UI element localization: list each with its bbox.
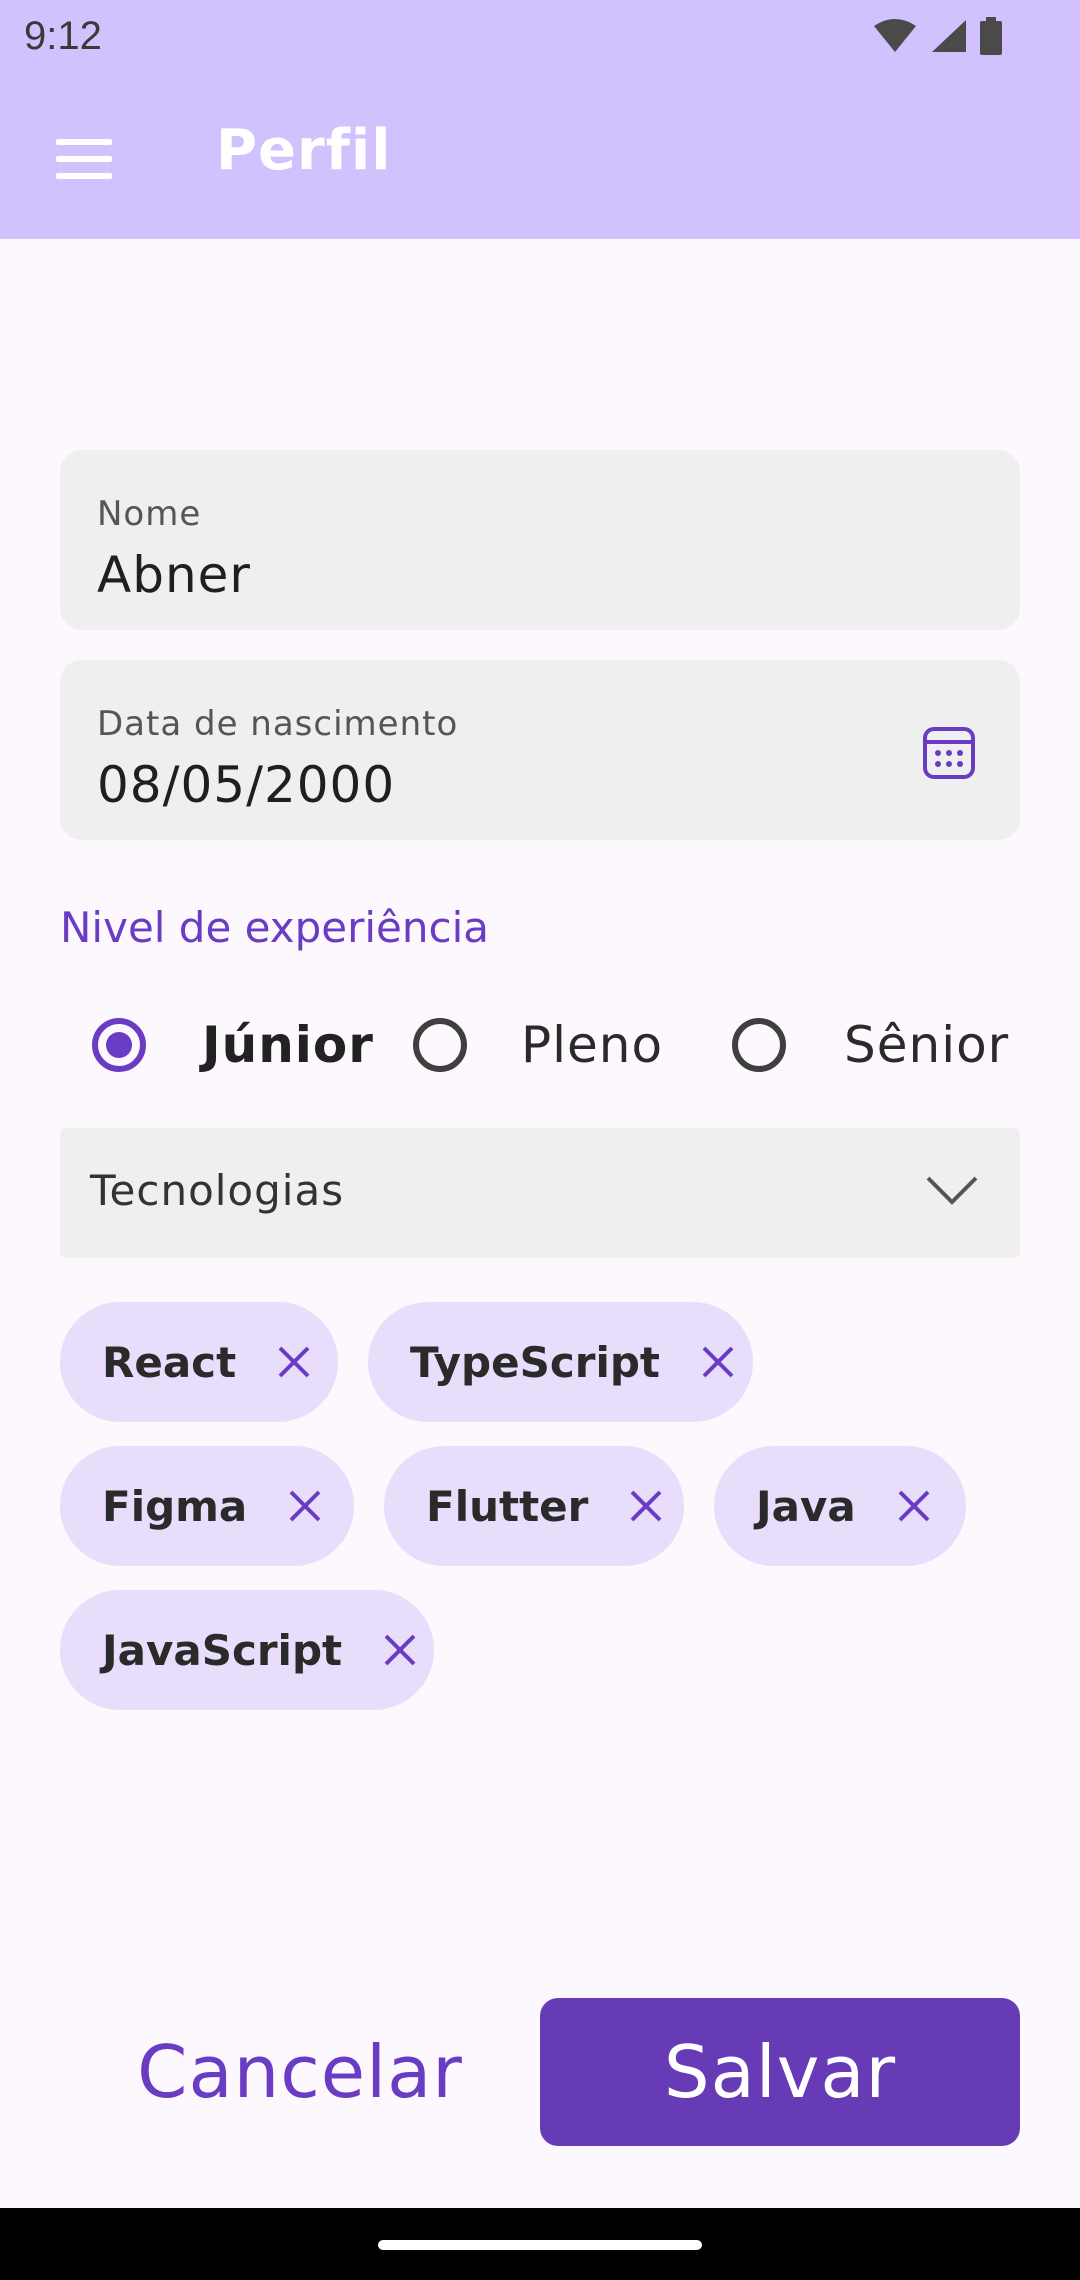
close-icon[interactable] (698, 1342, 738, 1382)
home-gesture-handle[interactable] (378, 2240, 702, 2250)
close-icon[interactable] (894, 1486, 934, 1526)
chip-label: Flutter (426, 1481, 589, 1531)
radio-senior-label: Sênior (844, 1016, 1010, 1074)
battery-icon (980, 17, 1002, 55)
chip-react[interactable]: React (60, 1302, 338, 1422)
radio-junior-label: Júnior (202, 1016, 374, 1074)
close-icon[interactable] (274, 1342, 314, 1382)
chip-label: TypeScript (410, 1337, 660, 1387)
radio-pleno-label: Pleno (521, 1016, 664, 1074)
chip-label: JavaScript (102, 1625, 343, 1675)
save-button[interactable]: Salvar (540, 1998, 1020, 2146)
technologies-dropdown-label: Tecnologias (90, 1166, 345, 1215)
page-title: Perfil (216, 118, 392, 183)
signal-icon (932, 20, 966, 52)
status-time: 9:12 (24, 14, 102, 58)
birthdate-field[interactable]: Data de nascimento 08/05/2000 (60, 660, 1020, 840)
radio-pleno[interactable]: Pleno (413, 1010, 663, 1080)
radio-selected-indicator[interactable] (92, 1018, 146, 1072)
close-icon[interactable] (285, 1486, 325, 1526)
cancel-button[interactable]: Cancelar (110, 1998, 490, 2146)
chip-label: Figma (102, 1481, 248, 1531)
close-icon[interactable] (626, 1486, 666, 1526)
chip-flutter[interactable]: Flutter (384, 1446, 684, 1566)
wifi-icon (874, 19, 916, 52)
chip-label: React (102, 1337, 237, 1387)
name-field[interactable]: Nome Abner (60, 450, 1020, 630)
calendar-icon[interactable] (922, 726, 976, 780)
name-field-value[interactable]: Abner (97, 546, 251, 604)
menu-icon[interactable] (40, 116, 126, 202)
status-icons (872, 16, 1002, 56)
chip-javascript[interactable]: JavaScript (60, 1590, 434, 1710)
app-bar: 9:12 Perfil (0, 0, 1080, 239)
experience-label: Nivel de experiência (60, 903, 490, 952)
birthdate-field-value[interactable]: 08/05/2000 (97, 756, 395, 814)
chip-java[interactable]: Java (714, 1446, 966, 1566)
radio-junior[interactable]: Júnior (92, 1010, 374, 1080)
radio-senior[interactable]: Sênior (732, 1010, 1009, 1080)
birthdate-field-label: Data de nascimento (97, 704, 459, 744)
radio-indicator[interactable] (413, 1018, 467, 1072)
chevron-down-icon[interactable] (924, 1170, 980, 1210)
chip-figma[interactable]: Figma (60, 1446, 354, 1566)
close-icon[interactable] (380, 1630, 420, 1670)
technologies-dropdown[interactable]: Tecnologias (60, 1128, 1020, 1258)
radio-indicator[interactable] (732, 1018, 786, 1072)
name-field-label: Nome (97, 494, 202, 534)
profile-screen: 9:12 Perfil Nome Abner Data de nasciment… (0, 0, 1080, 2280)
chip-typescript[interactable]: TypeScript (368, 1302, 753, 1422)
chip-label: Java (756, 1481, 856, 1531)
